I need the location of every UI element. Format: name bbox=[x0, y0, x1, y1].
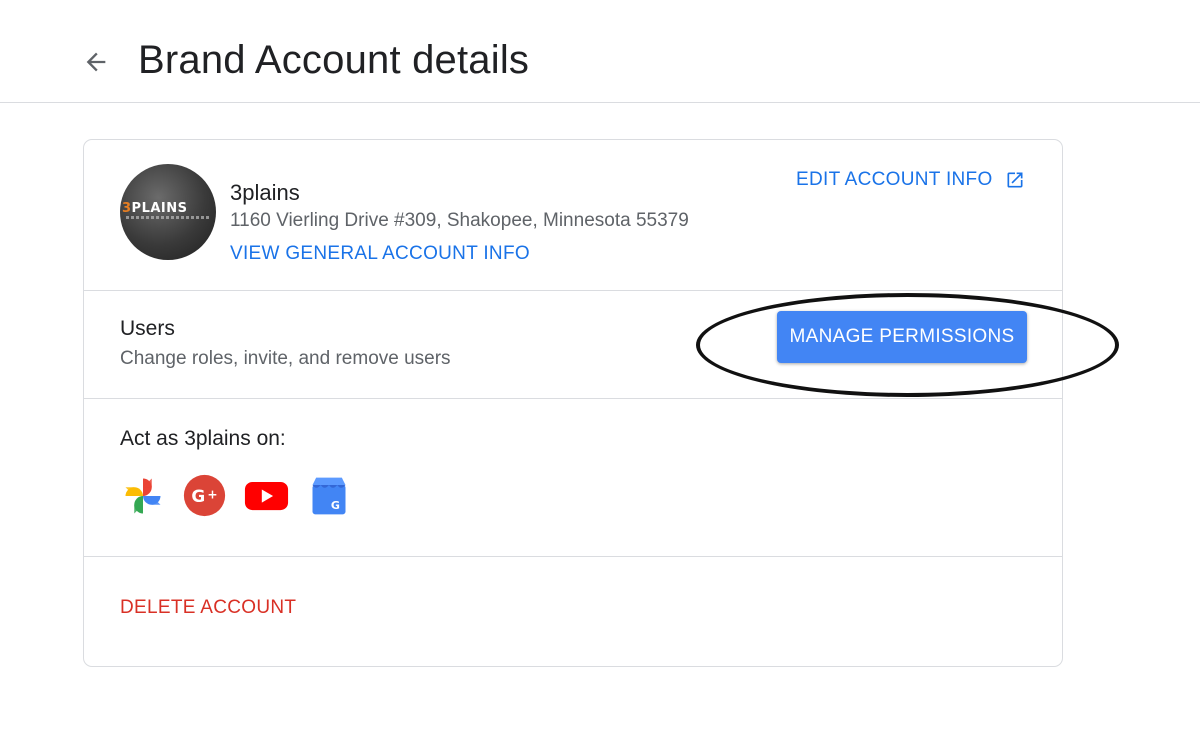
view-general-account-info-link[interactable]: VIEW GENERAL ACCOUNT INFO bbox=[230, 243, 530, 265]
danger-zone-section: DELETE ACCOUNT bbox=[84, 557, 1062, 667]
svg-text:G: G bbox=[330, 498, 339, 511]
page-title: Brand Account details bbox=[138, 38, 530, 82]
act-as-section: Act as 3plains on: G + G bbox=[84, 399, 1062, 557]
youtube-icon[interactable] bbox=[244, 473, 289, 518]
edit-account-info-link[interactable]: EDIT ACCOUNT INFO bbox=[796, 169, 1025, 191]
act-as-title: Act as 3plains on: bbox=[120, 427, 286, 450]
account-address: 1160 Vierling Drive #309, Shakopee, Minn… bbox=[230, 210, 689, 231]
account-name: 3plains bbox=[230, 180, 300, 205]
account-summary-section: 3PLAINS 3plains 1160 Vierling Drive #309… bbox=[84, 140, 1062, 291]
users-title: Users bbox=[120, 317, 175, 340]
open-in-new-icon bbox=[1007, 172, 1023, 188]
google-photos-icon[interactable] bbox=[120, 473, 165, 518]
account-details-card: 3PLAINS 3plains 1160 Vierling Drive #309… bbox=[83, 139, 1063, 667]
app-icons-row: G + G bbox=[120, 473, 351, 518]
delete-account-button[interactable]: DELETE ACCOUNT bbox=[120, 597, 296, 619]
arrow-back-icon bbox=[86, 52, 106, 72]
users-section: Users Change roles, invite, and remove u… bbox=[84, 291, 1062, 399]
back-button[interactable] bbox=[80, 46, 112, 78]
page-header: Brand Account details bbox=[0, 0, 1200, 103]
manage-permissions-button[interactable]: MANAGE PERMISSIONS bbox=[777, 311, 1027, 363]
svg-text:G: G bbox=[191, 486, 205, 506]
google-my-business-icon[interactable]: G bbox=[306, 473, 351, 518]
avatar-logo: 3PLAINS bbox=[122, 201, 188, 216]
google-plus-icon[interactable]: G + bbox=[182, 473, 227, 518]
avatar: 3PLAINS bbox=[120, 164, 216, 260]
svg-text:+: + bbox=[207, 487, 217, 501]
users-subtitle: Change roles, invite, and remove users bbox=[120, 348, 451, 369]
edit-account-info-label: EDIT ACCOUNT INFO bbox=[796, 169, 993, 190]
